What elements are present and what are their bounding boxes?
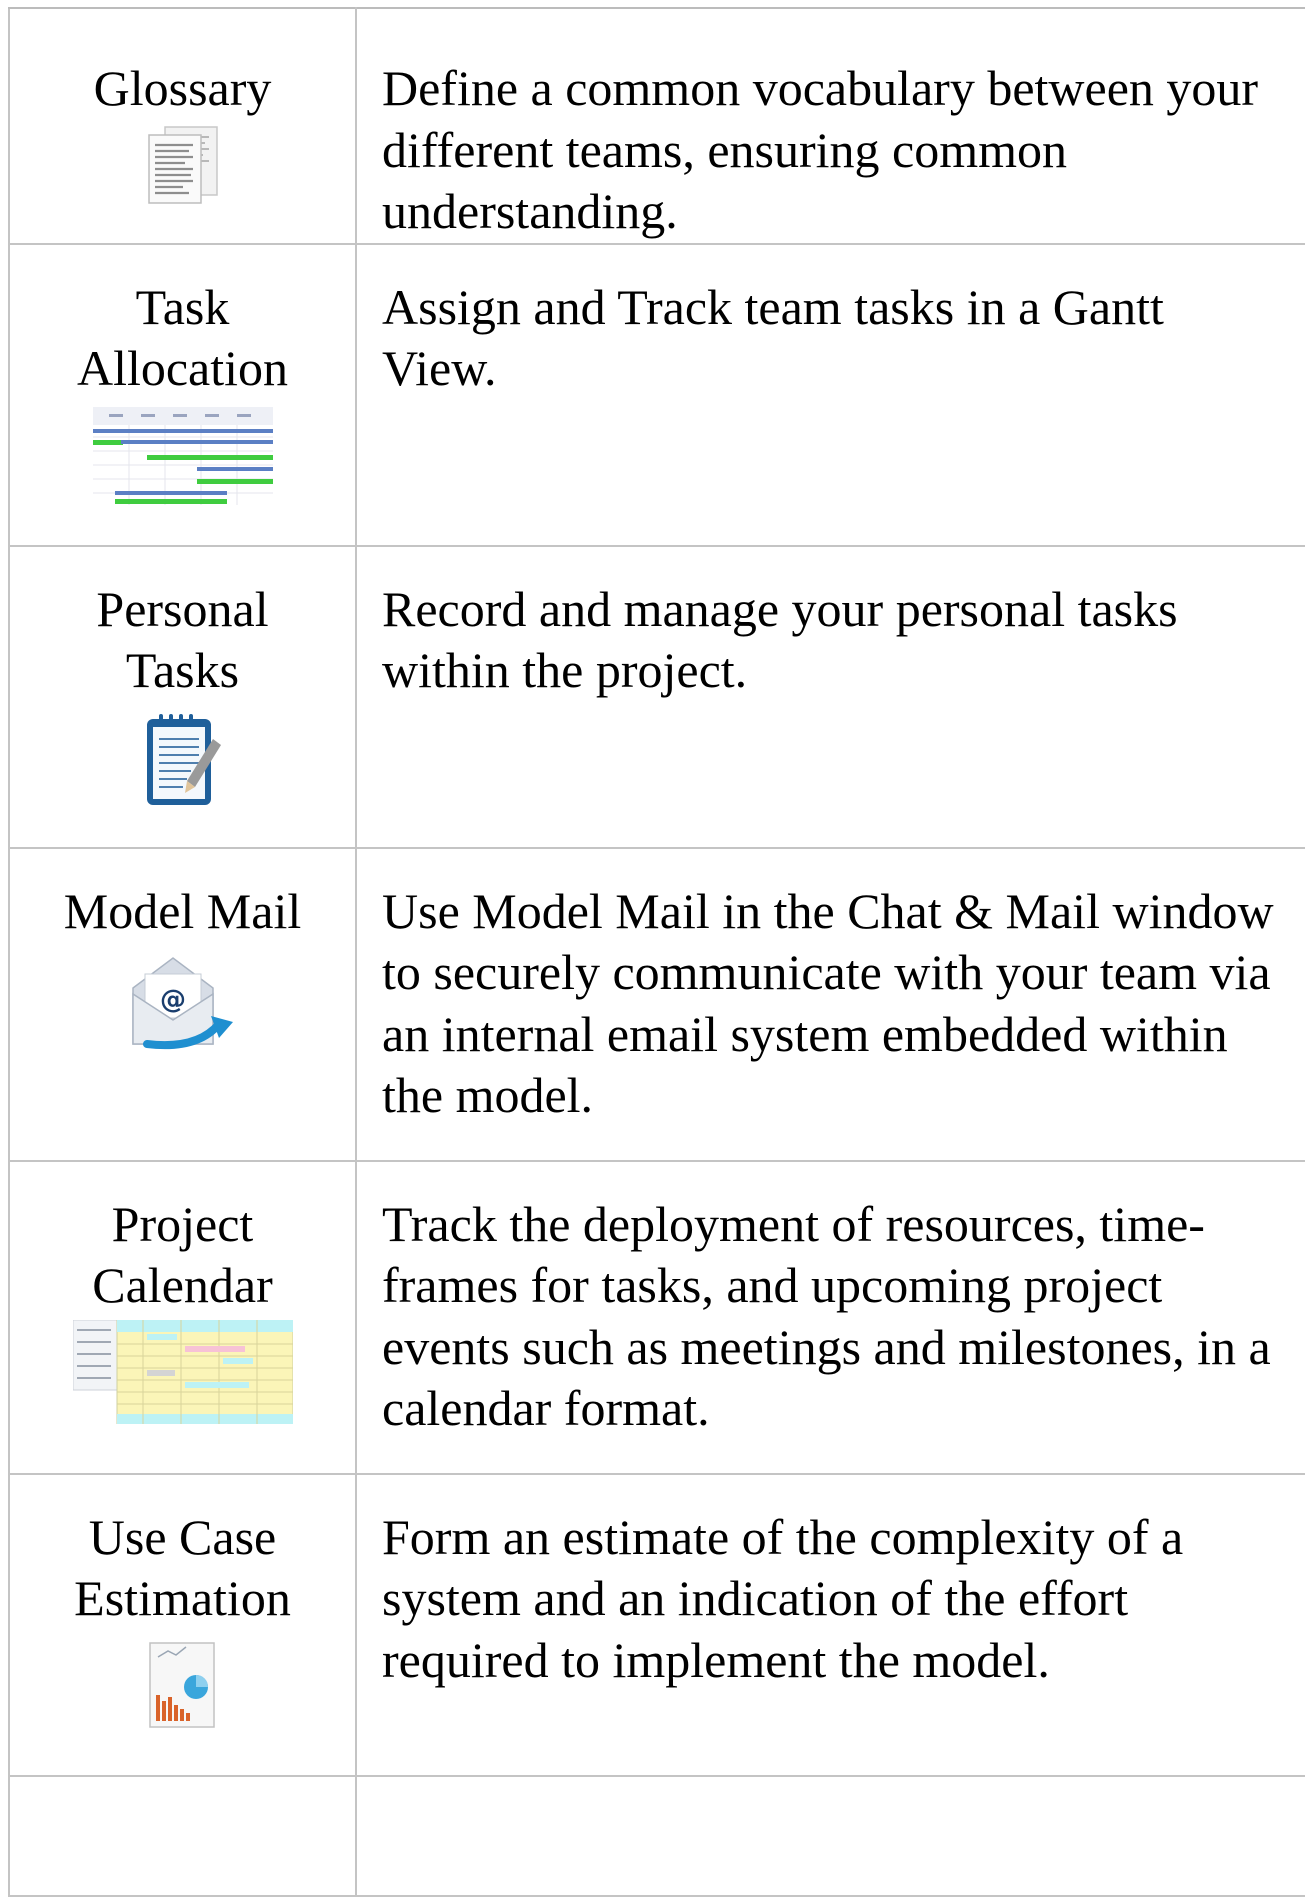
feature-name-cell: Personal Tasks — [8, 544, 357, 849]
estimation-chart-icon — [10, 1641, 355, 1731]
table-row: Model Mail @ Use Model Mail in the Chat … — [8, 846, 1305, 1162]
feature-description: Form an estimate of the complexity of a … — [382, 1508, 1184, 1688]
gantt-chart-icon — [10, 406, 355, 505]
feature-name-cell — [8, 1774, 357, 1897]
feature-description-cell: Track the deployment of resources, time-… — [355, 1159, 1305, 1475]
feature-description — [357, 1777, 1305, 1809]
table-row: Task Allocation Assign and Track team ta… — [8, 242, 1305, 547]
table-row — [8, 1774, 1305, 1897]
feature-description: Define a common vocabulary between your … — [382, 60, 1259, 239]
feature-table: Glossary Define a common vocabulary betw… — [8, 7, 1305, 1897]
feature-description-cell: Record and manage your personal tasks wi… — [355, 544, 1305, 849]
feature-name-cell: Model Mail @ — [8, 846, 357, 1162]
feature-name-cell: Use Case Estimation — [8, 1472, 357, 1777]
feature-description-cell: Form an estimate of the complexity of a … — [355, 1472, 1305, 1777]
feature-name: Use Case Estimation — [74, 1508, 291, 1626]
feature-name-cell: Project Calendar — [8, 1159, 357, 1475]
table-row: Glossary Define a common vocabulary betw… — [8, 7, 1305, 245]
feature-name-cell: Task Allocation — [8, 242, 357, 547]
svg-text:@: @ — [160, 985, 186, 1015]
feature-description-cell: Use Model Mail in the Chat & Mail window… — [355, 846, 1305, 1162]
calendar-grid-icon — [10, 1319, 355, 1424]
feature-name — [10, 1777, 355, 1809]
table-row: Project Calendar Track the deployment of… — [8, 1159, 1305, 1475]
table-row: Use Case Estimation Form an estimate of … — [8, 1472, 1305, 1777]
mail-envelope-icon: @ — [10, 954, 355, 1054]
notepad-pencil-icon — [10, 711, 355, 809]
feature-name: Personal Tasks — [96, 580, 269, 698]
feature-name: Project Calendar — [92, 1195, 273, 1313]
glossary-document-icon — [10, 125, 355, 205]
feature-description-cell: Assign and Track team tasks in a Gantt V… — [355, 242, 1305, 547]
feature-name: Glossary — [93, 60, 272, 116]
feature-description: Assign and Track team tasks in a Gantt V… — [382, 278, 1164, 397]
feature-description-cell — [355, 1774, 1305, 1897]
feature-description-cell: Define a common vocabulary between your … — [355, 7, 1305, 245]
table-row: Personal Tasks Record and manage your pe… — [8, 544, 1305, 849]
feature-description: Use Model Mail in the Chat & Mail window… — [382, 882, 1274, 1124]
feature-description: Track the deployment of resources, time-… — [382, 1195, 1271, 1437]
feature-name-cell: Glossary — [8, 7, 357, 245]
feature-name: Model Mail — [63, 882, 302, 939]
feature-description: Record and manage your personal tasks wi… — [382, 580, 1178, 699]
feature-name: Task Allocation — [76, 278, 289, 396]
